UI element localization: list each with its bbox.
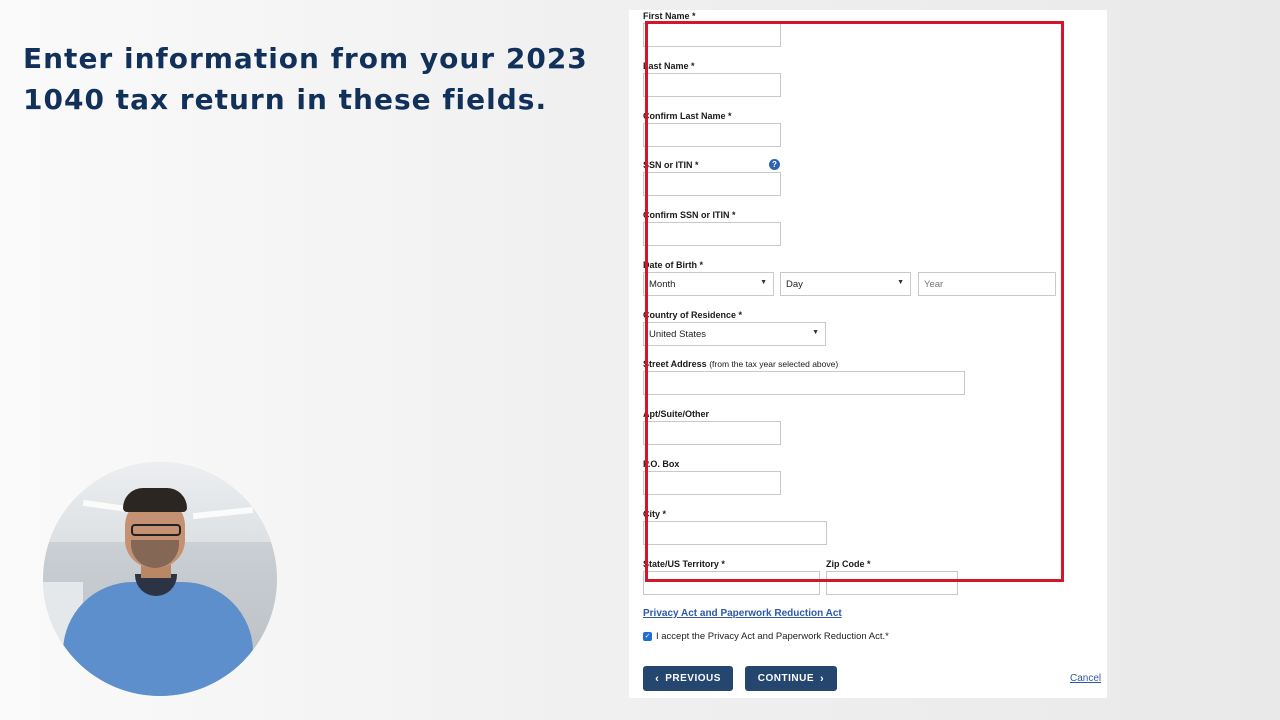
presenter-video	[43, 462, 277, 696]
cancel-link[interactable]: Cancel	[1070, 673, 1101, 684]
help-icon[interactable]: ?	[769, 159, 780, 170]
dob-month-value: Month	[649, 279, 676, 290]
state-select[interactable]	[643, 571, 820, 595]
first-name-input[interactable]	[643, 23, 781, 47]
street-label: Street Address (from the tax year select…	[643, 359, 838, 369]
confirm-ssn-input[interactable]	[643, 222, 781, 246]
first-name-label: First Name *	[643, 11, 696, 21]
dob-year-input[interactable]	[918, 272, 1056, 296]
previous-button-label: PREVIOUS	[665, 673, 721, 684]
dob-month-select[interactable]: Month ▼	[643, 272, 774, 296]
caret-down-icon: ▼	[897, 279, 904, 286]
street-address-input[interactable]	[643, 371, 965, 395]
previous-button[interactable]: ‹ PREVIOUS	[643, 666, 733, 691]
pobox-label: P.O. Box	[643, 459, 680, 469]
dob-day-value: Day	[786, 279, 803, 290]
confirm-last-name-input[interactable]	[643, 123, 781, 147]
continue-button-label: CONTINUE	[757, 673, 815, 684]
accept-label: I accept the Privacy Act and Paperwork R…	[656, 631, 889, 642]
privacy-act-link[interactable]: Privacy Act and Paperwork Reduction Act	[643, 608, 842, 619]
chevron-left-icon: ‹	[655, 672, 660, 685]
pobox-input[interactable]	[643, 471, 781, 495]
presenter-hair	[123, 488, 187, 512]
ssn-label: SSN or ITIN *	[643, 160, 699, 170]
last-name-label: Last Name *	[643, 61, 695, 71]
confirm-ssn-label: Confirm SSN or ITIN *	[643, 210, 736, 220]
dob-label: Date of Birth *	[643, 260, 704, 270]
headline-line-2: 1040 tax return in these fields.	[23, 83, 548, 116]
zip-input[interactable]	[826, 571, 958, 595]
zip-label: Zip Code *	[826, 559, 871, 569]
caret-down-icon: ▼	[760, 279, 767, 286]
accept-checkbox[interactable]: ✓	[643, 632, 652, 641]
headline-line-1: Enter information from your 2023	[23, 42, 588, 75]
ssn-input[interactable]	[643, 172, 781, 196]
country-label: Country of Residence *	[643, 310, 743, 320]
country-value: United States	[649, 329, 707, 340]
presenter-glasses	[131, 524, 181, 536]
country-select[interactable]: United States ▼	[643, 322, 826, 346]
identity-form: First Name * Last Name * Confirm Last Na…	[629, 10, 1107, 698]
state-label: State/US Territory *	[643, 559, 725, 569]
city-input[interactable]	[643, 521, 827, 545]
checkmark-icon: ✓	[644, 633, 651, 640]
caret-down-icon: ▼	[812, 329, 819, 336]
last-name-input[interactable]	[643, 73, 781, 97]
street-label-text: Street Address	[643, 359, 707, 369]
street-sublabel: (from the tax year selected above)	[709, 359, 839, 369]
chevron-right-icon: ›	[820, 672, 825, 685]
apt-label: Apt/Suite/Other	[643, 409, 710, 419]
dob-day-select[interactable]: Day ▼	[780, 272, 911, 296]
apt-input[interactable]	[643, 421, 781, 445]
headline: Enter information from your 2023 1040 ta…	[23, 38, 603, 120]
city-label: City *	[643, 509, 667, 519]
continue-button[interactable]: CONTINUE ›	[745, 666, 837, 691]
confirm-last-name-label: Confirm Last Name *	[643, 111, 732, 121]
presenter-sweater	[63, 582, 253, 696]
